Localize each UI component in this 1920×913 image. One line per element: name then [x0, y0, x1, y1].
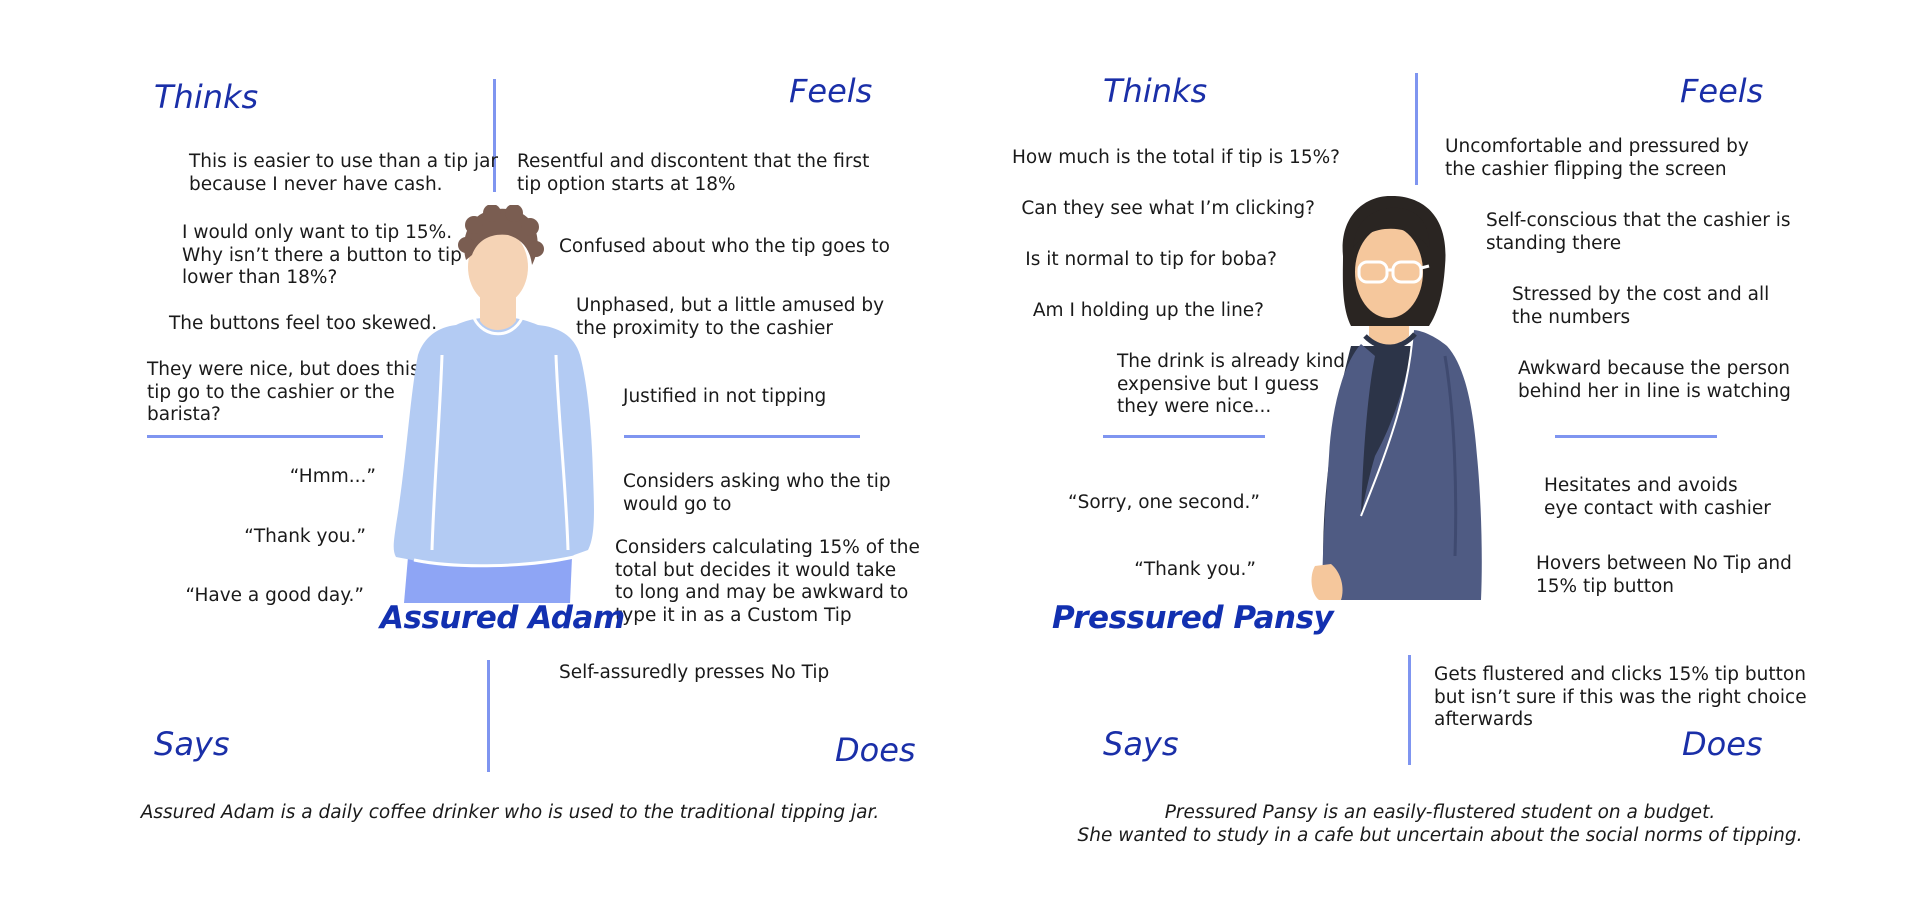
- persona-name: Assured Adam: [380, 600, 625, 636]
- divider-left: [1103, 435, 1265, 438]
- persona-summary: Assured Adam is a daily coffee drinker w…: [140, 802, 880, 823]
- thinks-item: They were nice, but does this tip go to …: [147, 359, 420, 425]
- thinks-item: Am I holding up the line?: [1032, 300, 1264, 321]
- feels-item: Uncomfortable and pressured by the cashi…: [1445, 136, 1749, 180]
- feels-label: Feels: [1680, 72, 1764, 110]
- persona-illustration-pansy: [1311, 196, 1482, 600]
- feels-item: Awkward because the person behind her in…: [1518, 358, 1791, 402]
- thinks-label: Thinks: [1103, 72, 1208, 110]
- does-item: Considers asking who the tip would go to: [623, 471, 891, 515]
- feels-item: Confused about who the tip goes to: [559, 236, 890, 257]
- empathy-map-assured-adam: Thinks Feels Says Does This is easier to…: [0, 0, 960, 913]
- says-item: “Thank you.”: [244, 526, 366, 547]
- thinks-item: This is easier to use than a tip jar bec…: [189, 151, 499, 195]
- divider-left: [147, 435, 383, 438]
- divider-bottom: [487, 660, 490, 772]
- empathy-map-pressured-pansy: Thinks Feels Says Does How much is the t…: [960, 0, 1920, 913]
- does-item: Self-assuredly presses No Tip: [559, 662, 830, 683]
- divider-bottom: [1408, 655, 1411, 765]
- persona-illustration-adam: [393, 205, 594, 603]
- feels-label: Feels: [789, 72, 873, 110]
- says-item: “Thank you.”: [1134, 559, 1256, 580]
- says-item: “Have a good day.”: [185, 585, 364, 606]
- says-label: Says: [1103, 725, 1179, 763]
- feels-item: Justified in not tipping: [623, 386, 827, 407]
- divider-right: [1555, 435, 1717, 438]
- says-item: “Sorry, one second.”: [1068, 492, 1260, 513]
- feels-item: Unphased, but a little amused by the pro…: [576, 295, 885, 339]
- feels-item: Self-conscious that the cashier is stand…: [1486, 210, 1791, 254]
- thinks-item: Is it normal to tip for boba?: [1025, 249, 1277, 270]
- says-item: “Hmm...”: [289, 466, 376, 487]
- thinks-label: Thinks: [154, 78, 259, 116]
- divider-right: [624, 435, 860, 438]
- does-item: Considers calculating 15% of the total b…: [615, 537, 920, 626]
- does-item: Hesitates and avoids eye contact with ca…: [1544, 475, 1771, 519]
- does-item: Hovers between No Tip and 15% tip button: [1536, 553, 1792, 597]
- persona-summary: Pressured Pansy is an easily-flustered s…: [1077, 802, 1803, 846]
- does-item: Gets flustered and clicks 15% tip button…: [1434, 664, 1807, 730]
- feels-item: Resentful and discontent that the first …: [517, 151, 870, 195]
- thinks-item: How much is the total if tip is 15%?: [1012, 147, 1340, 168]
- thinks-item: Can they see what I’m clicking?: [1021, 198, 1315, 219]
- does-label: Does: [835, 731, 916, 769]
- persona-name: Pressured Pansy: [1052, 600, 1334, 636]
- says-label: Says: [154, 725, 230, 763]
- feels-item: Stressed by the cost and all the numbers: [1512, 284, 1770, 328]
- divider-top: [1415, 73, 1418, 185]
